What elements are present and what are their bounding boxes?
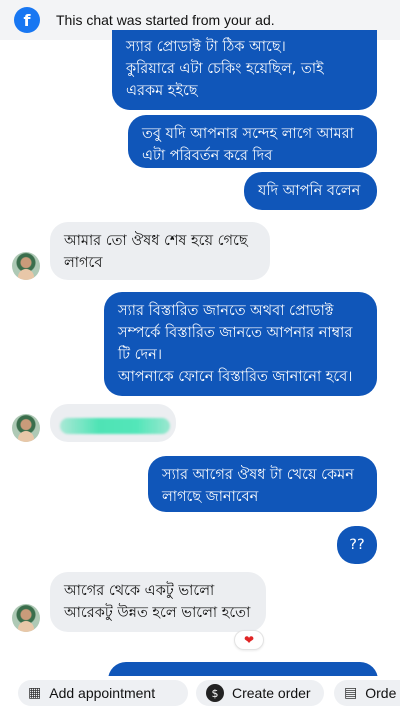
- message-bubble-incoming: আগের থেকে একটু ভালো আরেকটু উন্নত হলে ভাল…: [50, 572, 266, 632]
- dollar-icon: $: [206, 684, 224, 702]
- receipt-icon: ▤: [344, 685, 358, 701]
- message-bubble-incoming: আমার তো ঔষধ শেষ হয়ে গেছে লাগবে: [50, 222, 270, 280]
- order-label: Orde: [365, 685, 397, 701]
- ad-banner-text: This chat was started from your ad.: [56, 12, 275, 28]
- heart-reaction-icon[interactable]: ❤: [234, 630, 264, 650]
- create-order-button[interactable]: $ Create order: [196, 680, 324, 706]
- message-bubble-outgoing: যদি আপনি বলেন: [244, 172, 377, 210]
- message-bubble-outgoing: স্যার বিস্তারিত জানতে অথবা প্রোডাক্ট সম্…: [104, 292, 377, 396]
- add-appointment-button[interactable]: ▦ Add appointment: [18, 680, 188, 706]
- create-order-label: Create order: [232, 685, 311, 701]
- message-bubble-outgoing: তবু যদি আপনার সন্দেহ লাগে আমরা এটা পরিবর…: [128, 115, 377, 168]
- message-bubble-outgoing: স্যার প্রোডাক্ট টা ঠিক আছে। কুরিয়ারে এট…: [112, 30, 377, 110]
- facebook-icon: f: [14, 7, 40, 33]
- redaction-mark: [60, 418, 170, 434]
- message-bubble-outgoing: ??: [337, 526, 377, 564]
- calendar-icon: ▦: [28, 685, 42, 701]
- customer-avatar: [12, 604, 40, 632]
- customer-avatar: [12, 414, 40, 442]
- message-bubble-outgoing: স্যার আগের ঔষধ টা খেয়ে কেমন লাগছে জানাব…: [148, 456, 377, 512]
- order-button[interactable]: ▤ Orde: [334, 680, 400, 706]
- add-appointment-label: Add appointment: [49, 685, 156, 701]
- customer-avatar: [12, 252, 40, 280]
